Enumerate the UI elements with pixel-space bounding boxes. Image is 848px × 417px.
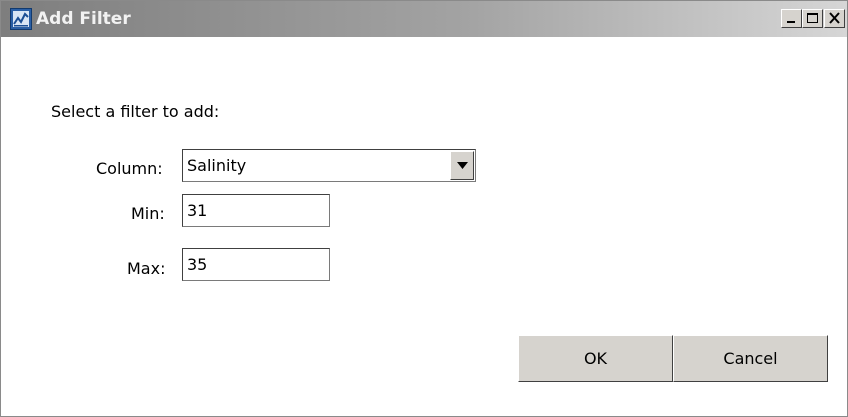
- close-icon: [829, 12, 840, 24]
- maximize-icon: [807, 13, 818, 23]
- column-select[interactable]: Salinity: [182, 149, 476, 182]
- close-button[interactable]: [824, 9, 845, 28]
- filter-prompt: Select a filter to add:: [51, 102, 220, 121]
- maximize-button[interactable]: [802, 9, 823, 28]
- max-label: Max:: [127, 259, 166, 278]
- min-input[interactable]: 31: [182, 194, 330, 227]
- minimize-icon: [787, 21, 795, 23]
- cancel-button[interactable]: Cancel: [673, 335, 828, 382]
- title-bar[interactable]: Add Filter: [1, 1, 847, 37]
- window-title: Add Filter: [36, 9, 131, 29]
- app-icon: [10, 8, 32, 30]
- dropdown-arrow-icon: [457, 162, 468, 169]
- column-select-value: Salinity: [187, 156, 247, 175]
- min-label: Min:: [131, 204, 165, 223]
- max-input[interactable]: 35: [182, 248, 330, 281]
- column-label: Column:: [96, 159, 163, 178]
- minimize-button[interactable]: [781, 9, 802, 28]
- column-dropdown-button[interactable]: [450, 151, 474, 180]
- add-filter-dialog: Add Filter Select a filter to add: Colum…: [0, 0, 848, 417]
- ok-button[interactable]: OK: [518, 335, 673, 382]
